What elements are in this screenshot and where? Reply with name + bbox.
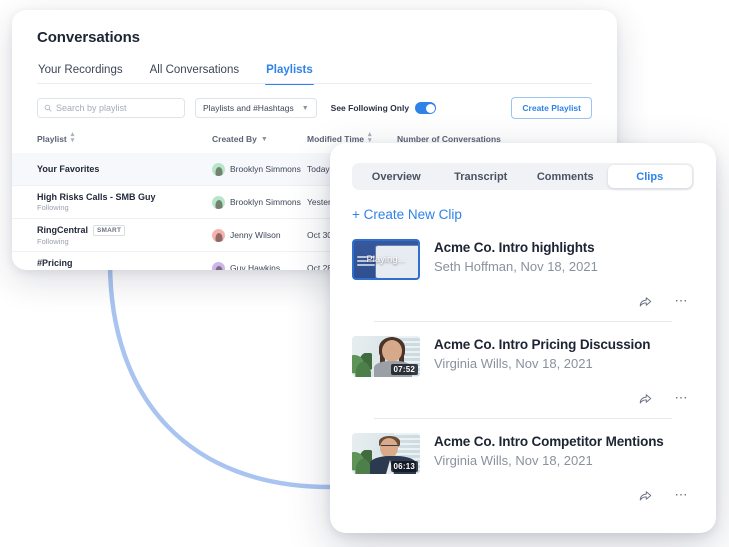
clip-meta: Virginia Wills, Nov 18, 2021 (434, 355, 593, 371)
tab-your-recordings[interactable]: Your Recordings (37, 64, 124, 84)
clip-actions: ⋯ (352, 280, 694, 312)
chevron-down-icon: ▼ (301, 104, 309, 112)
cell-created-by: Jenny Wilson (212, 228, 307, 242)
playlist-following-label: Following (37, 236, 69, 246)
share-icon[interactable] (638, 294, 653, 309)
clip-meta: Virginia Wills, Nov 18, 2021 (434, 452, 593, 468)
clips-panel-tabbar: Overview Transcript Comments Clips (352, 163, 694, 190)
clip-text: Acme Co. Intro Competitor Mentions Virgi… (434, 433, 664, 468)
search-placeholder: Search by playlist (56, 103, 127, 113)
column-header-created-by[interactable]: Created By ▼ (212, 134, 307, 144)
clip-title: Acme Co. Intro Competitor Mentions (434, 434, 664, 449)
clip-thumbnail[interactable]: 06:13 (352, 433, 420, 474)
avatar (212, 162, 225, 176)
playlist-name: Your Favorites (37, 164, 212, 174)
list-item[interactable]: 06:13 Acme Co. Intro Competitor Mentions… (330, 429, 716, 506)
avatar (212, 195, 225, 209)
created-by-name: Guy Hawkins (230, 263, 281, 270)
sort-icon: ▴ ▾ (368, 131, 372, 144)
clip-thumbnail[interactable]: Playing... (352, 239, 420, 280)
clip-meta: Seth Hoffman, Nov 18, 2021 (434, 258, 598, 274)
clip-text: Acme Co. Intro highlights Seth Hoffman, … (434, 239, 598, 274)
clips-panel: Overview Transcript Comments Clips + Cre… (330, 143, 716, 533)
toggle-knob (425, 103, 435, 113)
clip-text: Acme Co. Intro Pricing Discussion Virgin… (434, 336, 650, 371)
chevron-down-icon: ▼ (260, 135, 268, 143)
page-title: Conversations (37, 29, 140, 46)
clip-actions: ⋯ (352, 474, 694, 506)
column-header-created-by-label: Created By (212, 134, 257, 144)
cell-created-by: Brooklyn Simmons (212, 162, 307, 176)
search-icon (44, 104, 52, 112)
list-item[interactable]: 07:52 Acme Co. Intro Pricing Discussion … (330, 332, 716, 419)
share-icon[interactable] (638, 391, 653, 406)
more-options-icon[interactable]: ⋯ (675, 391, 690, 404)
playlist-type-value: Playlists and #Hashtags (203, 103, 294, 113)
avatar (212, 228, 225, 242)
playlist-following-label: Following (37, 203, 69, 212)
see-following-only-label: See Following Only (330, 103, 410, 113)
divider (374, 418, 672, 419)
more-options-icon[interactable]: ⋯ (675, 488, 690, 501)
cell-playlist: High Risks Calls - SMB Guy Following (37, 192, 212, 212)
cell-created-by: Brooklyn Simmons (212, 195, 307, 209)
clip-thumbnail[interactable]: 07:52 (352, 336, 420, 377)
tab-all-conversations[interactable]: All Conversations (149, 64, 240, 84)
tab-clips[interactable]: Clips (607, 165, 692, 188)
smart-badge: SMART (93, 224, 126, 236)
more-options-icon[interactable]: ⋯ (675, 294, 690, 307)
playlist-name-text: Your Favorites (37, 164, 100, 174)
playlist-following-label: Following (37, 269, 212, 270)
playing-status-label: Playing... (366, 254, 406, 265)
search-input[interactable]: Search by playlist (37, 98, 185, 118)
clip-title: Acme Co. Intro Pricing Discussion (434, 337, 651, 352)
sort-icon: ▴ ▾ (70, 131, 75, 144)
column-header-playlist-label: Playlist (37, 134, 67, 144)
playlist-type-select[interactable]: Playlists and #Hashtags ▼ (195, 98, 317, 118)
created-by-name: Jenny Wilson (230, 230, 281, 240)
clip-main: 07:52 Acme Co. Intro Pricing Discussion … (352, 332, 694, 377)
clip-main: Playing... Acme Co. Intro highlights Set… (352, 235, 694, 280)
tab-transcript[interactable]: Transcript (439, 165, 524, 188)
conversations-tabbar: Your Recordings All Conversations Playli… (12, 64, 617, 85)
playlist-name: #Pricing (37, 258, 212, 268)
column-header-playlist[interactable]: Playlist ▴ ▾ (37, 131, 212, 144)
filter-toolbar: Search by playlist Playlists and #Hashta… (37, 97, 592, 119)
create-new-clip-link[interactable]: + Create New Clip (352, 207, 462, 222)
created-by-name: Brooklyn Simmons (230, 197, 301, 207)
clip-duration-badge: 07:52 (390, 364, 418, 375)
cell-created-by: Guy Hawkins (212, 261, 307, 270)
clips-list: Playing... Acme Co. Intro highlights Set… (330, 235, 716, 506)
tab-overview[interactable]: Overview (354, 165, 439, 188)
tab-comments[interactable]: Comments (523, 165, 608, 188)
tab-playlists[interactable]: Playlists (265, 64, 314, 85)
create-playlist-button[interactable]: Create Playlist (511, 97, 592, 119)
playlist-name-text: RingCentral (37, 225, 89, 235)
see-following-only-control[interactable]: See Following Only (330, 102, 437, 114)
playlist-name: High Risks Calls - SMB Guy (37, 192, 212, 202)
playlist-name-text: High Risks Calls - SMB Guy (37, 192, 156, 202)
share-icon[interactable] (638, 488, 653, 503)
created-by-name: Brooklyn Simmons (230, 164, 301, 174)
playlist-name-text: #Pricing (37, 258, 73, 268)
playlist-name: RingCentral SMART (37, 224, 212, 236)
avatar (212, 261, 225, 270)
cell-playlist: Your Favorites (37, 164, 212, 174)
list-item[interactable]: Playing... Acme Co. Intro highlights Set… (330, 235, 716, 322)
clip-title: Acme Co. Intro highlights (434, 240, 595, 255)
clip-duration-badge: 06:13 (390, 461, 418, 472)
clip-main: 06:13 Acme Co. Intro Competitor Mentions… (352, 429, 694, 474)
see-following-only-toggle[interactable] (415, 102, 437, 114)
divider (374, 321, 672, 322)
cell-playlist: RingCentral SMART Following (37, 224, 212, 246)
clip-actions: ⋯ (352, 377, 694, 409)
cell-playlist: #Pricing Following (37, 258, 212, 270)
